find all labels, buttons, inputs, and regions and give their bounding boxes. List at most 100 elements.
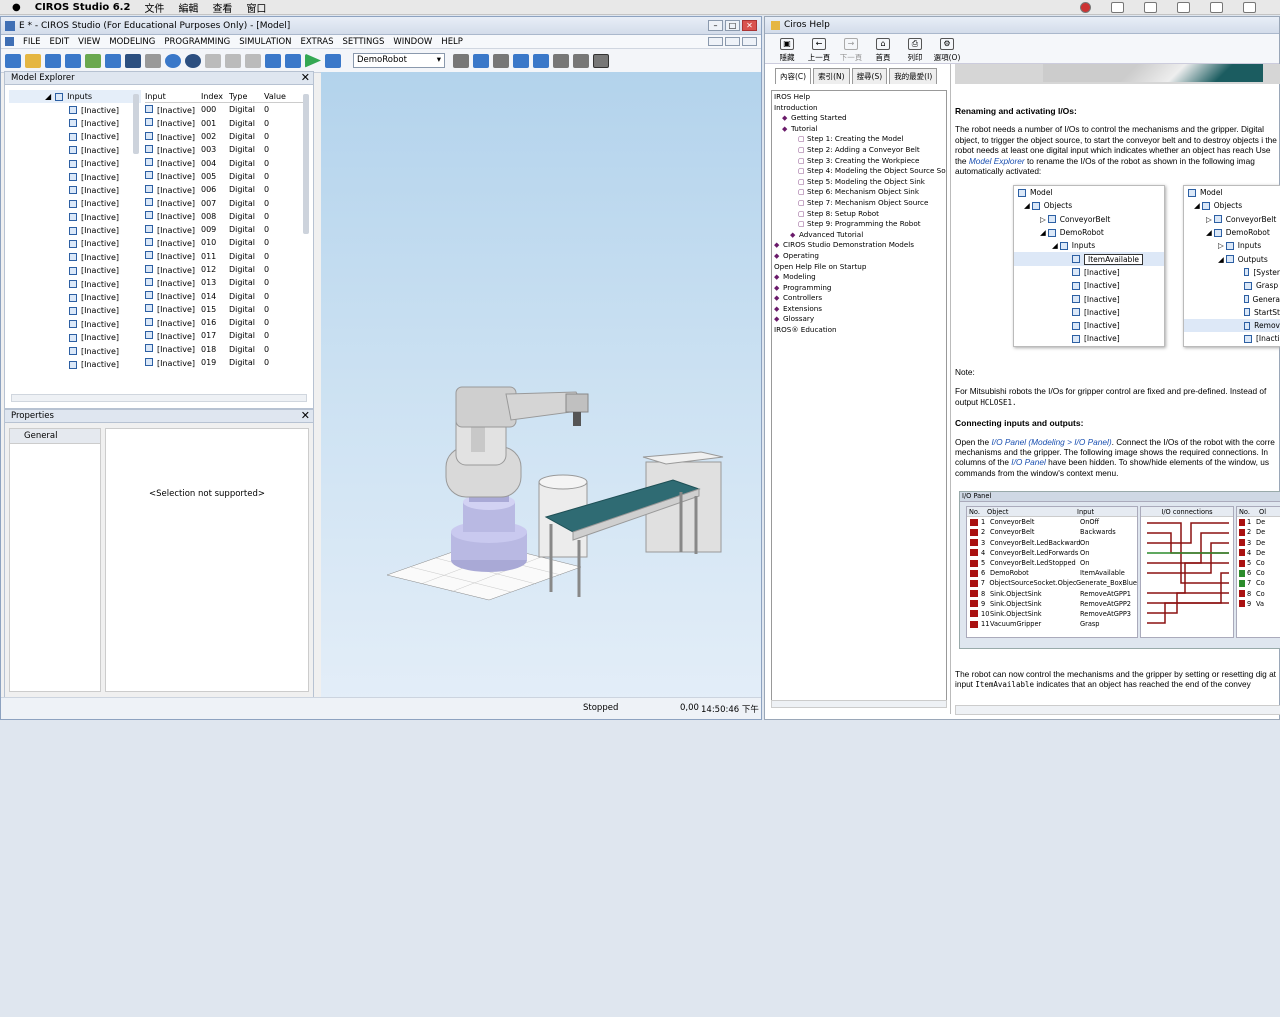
tree-node-input[interactable]: [Inactive]	[9, 291, 141, 304]
table-row[interactable]: [Inactive] 006 Digital 0	[145, 183, 309, 196]
toc-item[interactable]: ▢ Step 1: Creating the Model	[774, 134, 944, 145]
mdi-minimize-button[interactable]	[708, 37, 723, 46]
table-row[interactable]: [Inactive] 010 Digital 0	[145, 236, 309, 249]
tray-icon[interactable]	[1243, 1, 1256, 13]
open-icon[interactable]	[25, 53, 41, 68]
col-type[interactable]: Type	[229, 92, 264, 101]
menu-view[interactable]: VIEW	[78, 37, 100, 47]
table-row[interactable]: [Inactive] 019 Digital 0	[145, 356, 309, 369]
menu-edit[interactable]: 編輯	[178, 0, 198, 15]
options-button[interactable]: ⚙ 選項(O)	[931, 38, 963, 63]
col-index[interactable]: Index	[201, 92, 229, 101]
menu-file[interactable]: 文件	[144, 0, 164, 15]
connect-icon[interactable]	[265, 53, 281, 68]
table-row[interactable]: [Inactive] 018 Digital 0	[145, 343, 309, 356]
menu-file[interactable]: FILE	[23, 37, 41, 47]
toc-item[interactable]: ◆ Operating	[774, 251, 944, 262]
menu-modeling[interactable]: MODELING	[109, 37, 155, 47]
teach-icon[interactable]	[453, 53, 469, 68]
toc-item[interactable]: ◆ CIROS Studio Demonstration Models	[774, 240, 944, 251]
menu-window[interactable]: WINDOW	[393, 37, 432, 47]
tree-node-input[interactable]: [Inactive]	[9, 211, 141, 224]
tray-icon[interactable]	[1210, 1, 1223, 13]
menu-simulation[interactable]: SIMULATION	[239, 37, 291, 47]
table-row[interactable]: [Inactive] 016 Digital 0	[145, 316, 309, 329]
toc-item[interactable]: ▢ Step 9: Programming the Robot	[774, 219, 944, 230]
tree-node-input[interactable]: [Inactive]	[9, 117, 141, 130]
chart3-icon[interactable]	[245, 53, 261, 68]
tree-node-input[interactable]: [Inactive]	[9, 144, 141, 157]
printer-icon[interactable]	[493, 53, 509, 68]
maximize-button[interactable]: □	[725, 20, 740, 31]
search-icon[interactable]	[593, 53, 609, 68]
toc-item[interactable]: ◆ Tutorial	[774, 124, 944, 135]
menu-edit[interactable]: EDIT	[50, 37, 70, 47]
table-row[interactable]: [Inactive] 015 Digital 0	[145, 303, 309, 316]
tool-icon[interactable]	[473, 53, 489, 68]
toc-item[interactable]: ◆ Getting Started	[774, 113, 944, 124]
toc-item[interactable]: ▢ Step 3: Creating the Workpiece	[774, 156, 944, 167]
tree-node-input[interactable]: [Inactive]	[9, 251, 141, 264]
table-row[interactable]: [Inactive] 007 Digital 0	[145, 196, 309, 209]
menu-window[interactable]: 窗口	[246, 0, 266, 15]
step-icon[interactable]	[325, 53, 341, 68]
toc-item[interactable]: IROS® Education	[774, 325, 944, 336]
close-button[interactable]: ✕	[742, 20, 757, 31]
tree-node-input[interactable]: [Inactive]	[9, 358, 141, 371]
record-icon[interactable]	[1080, 1, 1091, 13]
expand-arrow-icon[interactable]: ◢	[45, 92, 51, 101]
globe-icon[interactable]	[185, 53, 201, 68]
table-row[interactable]: [Inactive] 001 Digital 0	[145, 117, 309, 130]
chart-icon[interactable]	[205, 53, 221, 68]
tab-search[interactable]: 搜尋(S)	[851, 68, 888, 84]
tree-node-input[interactable]: [Inactive]	[9, 170, 141, 183]
toc-item[interactable]: ▢ Step 2: Adding a Conveyor Belt	[774, 145, 944, 156]
table-row[interactable]: [Inactive] 008 Digital 0	[145, 210, 309, 223]
minimize-button[interactable]: –	[708, 20, 723, 31]
horizontal-scrollbar[interactable]	[11, 394, 307, 402]
delete-icon[interactable]	[145, 53, 161, 68]
toc-item[interactable]: ▢ Step 5: Modeling the Object Sink	[774, 177, 944, 188]
toc-item[interactable]: ◆ Glossary	[774, 314, 944, 325]
toc-scrollbar[interactable]	[771, 700, 947, 708]
toc-item[interactable]: ▢ Step 8: Setup Robot	[774, 209, 944, 220]
measure-icon[interactable]	[553, 53, 569, 68]
toc-item[interactable]: Introduction	[774, 103, 944, 114]
play-icon[interactable]	[305, 53, 321, 68]
save-icon[interactable]	[45, 53, 61, 68]
table-row[interactable]: [Inactive] 012 Digital 0	[145, 263, 309, 276]
table-row[interactable]: [Inactive] 000 Digital 0	[145, 103, 309, 116]
close-icon[interactable]: ✕	[301, 410, 310, 422]
link-model-explorer[interactable]: Model Explorer	[969, 156, 1025, 166]
toc-item[interactable]: IROS Help	[774, 92, 944, 103]
toc-item[interactable]: ▢ Step 6: Mechanism Object Sink	[774, 187, 944, 198]
toc-item[interactable]: ▢ Step 4: Modeling the Object Source Sock…	[774, 166, 946, 177]
tree-node-input[interactable]: [Inactive]	[9, 184, 141, 197]
print-button[interactable]: ⎙ 列印	[899, 38, 931, 63]
robot-select[interactable]: DemoRobot	[353, 53, 445, 68]
settings-icon[interactable]	[573, 53, 589, 68]
tab-contents[interactable]: 內容(C)	[775, 68, 812, 84]
menu-extras[interactable]: EXTRAS	[301, 37, 334, 47]
table-row[interactable]: [Inactive] 005 Digital 0	[145, 170, 309, 183]
tree-node-inputs[interactable]: ◢ Inputs	[9, 90, 141, 104]
save-all-icon[interactable]	[65, 53, 81, 68]
3d-viewport[interactable]	[321, 72, 761, 712]
tab-favorites[interactable]: 我的最愛(I)	[889, 68, 938, 84]
tree-node-input[interactable]: [Inactive]	[9, 157, 141, 170]
copy-icon[interactable]	[105, 53, 121, 68]
link-io-panel[interactable]: I/O Panel	[991, 437, 1026, 447]
table-row[interactable]: [Inactive] 009 Digital 0	[145, 223, 309, 236]
tree-node-input[interactable]: [Inactive]	[9, 237, 141, 250]
tree-node-input[interactable]: [Inactive]	[9, 130, 141, 143]
toc-item[interactable]: ▢ Step 7: Mechanism Object Source	[774, 198, 944, 209]
col-input[interactable]: Input	[145, 92, 201, 101]
tree-node-input[interactable]: [Inactive]	[9, 344, 141, 357]
toc-item[interactable]: ◆ Controllers	[774, 293, 944, 304]
paste-icon[interactable]	[125, 53, 141, 68]
tree-node-input[interactable]: [Inactive]	[9, 277, 141, 290]
tree-node-input[interactable]: [Inactive]	[9, 318, 141, 331]
tray-icon[interactable]	[1144, 1, 1157, 13]
back-button[interactable]: ← 上一頁	[803, 38, 835, 63]
zoom2-icon[interactable]	[533, 53, 549, 68]
